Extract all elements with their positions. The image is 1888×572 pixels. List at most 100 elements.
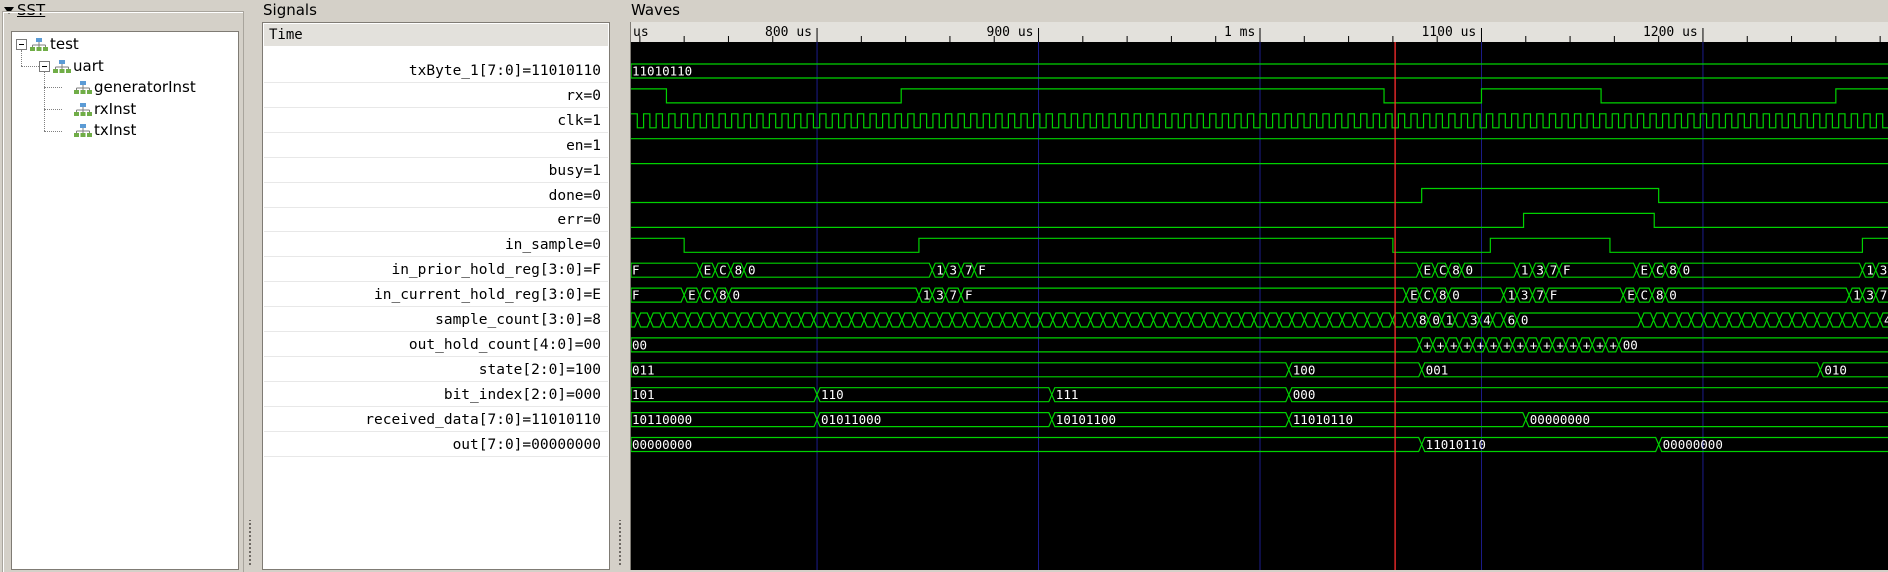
bus-segment bbox=[1766, 312, 1780, 328]
bus-segment bbox=[1265, 312, 1280, 328]
bus-segment bbox=[631, 362, 1290, 378]
signal-name: state[2:0] bbox=[478, 361, 567, 378]
bus-value: 00000000 bbox=[1663, 437, 1723, 452]
bus-value: 7 bbox=[1880, 288, 1888, 303]
bus-segment bbox=[1866, 312, 1881, 328]
tree-item-uart[interactable]: uart bbox=[12, 56, 238, 77]
bus-value: 7 bbox=[965, 263, 973, 278]
signal-row[interactable]: state[2:0]=100 bbox=[264, 358, 608, 382]
bus-segment bbox=[631, 387, 818, 403]
signal-value: 00 bbox=[583, 336, 601, 353]
signal-row[interactable]: in_sample=0 bbox=[264, 233, 608, 258]
signal-equals: = bbox=[522, 436, 532, 453]
bus-segment bbox=[636, 312, 651, 328]
bus-segment bbox=[901, 312, 916, 328]
signal-value: 0 bbox=[592, 237, 601, 254]
signal-row[interactable]: out_hold_count[4:0]=00 bbox=[264, 333, 608, 357]
bus-value: 00 bbox=[1623, 337, 1638, 352]
bus-value: 001 bbox=[1426, 362, 1449, 377]
signal-row[interactable]: busy=1 bbox=[264, 159, 608, 183]
bus-value: 11010110 bbox=[632, 64, 692, 79]
bus-value: C bbox=[1423, 288, 1431, 303]
bus-value: 3 bbox=[1536, 263, 1544, 278]
signal-row[interactable]: rx=0 bbox=[264, 84, 608, 108]
wave-display[interactable]: us 800 us 900 us 1 ms 1100 us 1200 us11010110… bbox=[631, 22, 1888, 570]
signal-equals: = bbox=[583, 112, 593, 129]
signal-equals: = bbox=[583, 237, 593, 254]
bus-value: + bbox=[1490, 337, 1498, 352]
bus-value: C bbox=[704, 288, 712, 303]
bus-value: 1 bbox=[1446, 313, 1454, 328]
bus-segment bbox=[631, 337, 1421, 353]
signal-equals: = bbox=[583, 212, 593, 229]
bus-value: 0 bbox=[1669, 288, 1677, 303]
bus-segment bbox=[1778, 312, 1793, 328]
signal-name: in_current_hold_reg[3:0] bbox=[374, 287, 584, 304]
bus-segment bbox=[1177, 312, 1192, 328]
tree-item-test[interactable]: test bbox=[12, 34, 238, 55]
tree-connector bbox=[44, 109, 62, 110]
bus-segment bbox=[699, 312, 714, 328]
bus-segment bbox=[1064, 312, 1079, 328]
bus-value: + bbox=[1570, 337, 1578, 352]
signal-row[interactable]: bit_index[2:0]=000 bbox=[264, 383, 608, 407]
bus-value: F bbox=[1563, 263, 1571, 278]
signal-row[interactable]: sample_count[3:0]=8 bbox=[264, 308, 608, 332]
waves-canvas[interactable]: us 800 us 900 us 1 ms 1100 us 1200 us 11010110… bbox=[630, 22, 1888, 570]
bus-value: 4 bbox=[1483, 313, 1491, 328]
bus-segment bbox=[1303, 312, 1318, 328]
bus-segment bbox=[1127, 312, 1142, 328]
bus-segment bbox=[960, 287, 1407, 303]
bus-segment bbox=[989, 312, 1004, 328]
time-label: 1 ms bbox=[1224, 25, 1255, 40]
bus-segment bbox=[1051, 387, 1290, 403]
bus-segment bbox=[1640, 312, 1655, 328]
signal-row[interactable]: clk=1 bbox=[264, 109, 608, 133]
bus-value: 4 bbox=[1884, 313, 1888, 328]
bus-value: + bbox=[1596, 337, 1604, 352]
signal-row[interactable]: err=0 bbox=[264, 208, 608, 233]
signal-name: err bbox=[557, 212, 584, 229]
signal-row[interactable]: done=0 bbox=[264, 184, 608, 208]
bus-value: 01011000 bbox=[821, 412, 881, 427]
bus-segment bbox=[1089, 312, 1104, 328]
time-label: us bbox=[633, 25, 649, 40]
bus-value: 10110000 bbox=[632, 412, 692, 427]
signal-value: 100 bbox=[574, 361, 601, 378]
bus-segment bbox=[1828, 312, 1843, 328]
signal-name: rx bbox=[566, 87, 584, 104]
signal-value: 00000000 bbox=[531, 436, 601, 453]
splitter-left[interactable] bbox=[247, 520, 253, 566]
bus-value: + bbox=[1610, 337, 1618, 352]
tree-item-label: rxInst bbox=[94, 99, 137, 118]
bus-value: 0 bbox=[1683, 263, 1691, 278]
bus-value: F bbox=[632, 263, 640, 278]
bus-segment bbox=[888, 312, 903, 328]
bus-segment bbox=[1678, 312, 1692, 328]
splitter-right[interactable] bbox=[617, 520, 623, 566]
collapse-expander-icon[interactable] bbox=[16, 39, 27, 50]
bus-segment bbox=[973, 262, 1421, 278]
bus-segment bbox=[1404, 312, 1416, 328]
signal-row[interactable]: txByte_1[7:0]=11010110 bbox=[264, 59, 608, 83]
bus-segment bbox=[1140, 312, 1155, 328]
tree-connector bbox=[44, 131, 62, 132]
collapse-expander-icon[interactable] bbox=[39, 60, 50, 72]
signal-row[interactable]: out[7:0]=00000000 bbox=[264, 433, 608, 457]
bus-segment bbox=[750, 312, 765, 328]
signal-row[interactable]: en=1 bbox=[264, 134, 608, 158]
signal-row[interactable]: in_current_hold_reg[3:0]=E bbox=[264, 283, 608, 308]
bus-value: 1 bbox=[923, 288, 931, 303]
signal-row[interactable]: received_data[7:0]=11010110 bbox=[264, 408, 608, 432]
signal-row[interactable]: in_prior_hold_reg[3:0]=F bbox=[264, 258, 608, 283]
bus-segment bbox=[775, 312, 790, 328]
bus-value: F bbox=[965, 288, 973, 303]
signal-value: 11010110 bbox=[531, 63, 601, 79]
signal-name: txByte_1[7:0] bbox=[408, 63, 523, 79]
bus-value: 11010110 bbox=[1293, 412, 1353, 427]
signal-value: 8 bbox=[592, 312, 601, 328]
signals-list[interactable]: Time txByte_1[7:0]=11010110 rx=0 clk=1 en=1… bbox=[262, 22, 610, 570]
sst-tree[interactable]: test uart generatorInst rxInst txInst bbox=[11, 31, 239, 570]
bus-segment bbox=[813, 312, 827, 328]
bus-value: E bbox=[1641, 263, 1649, 278]
